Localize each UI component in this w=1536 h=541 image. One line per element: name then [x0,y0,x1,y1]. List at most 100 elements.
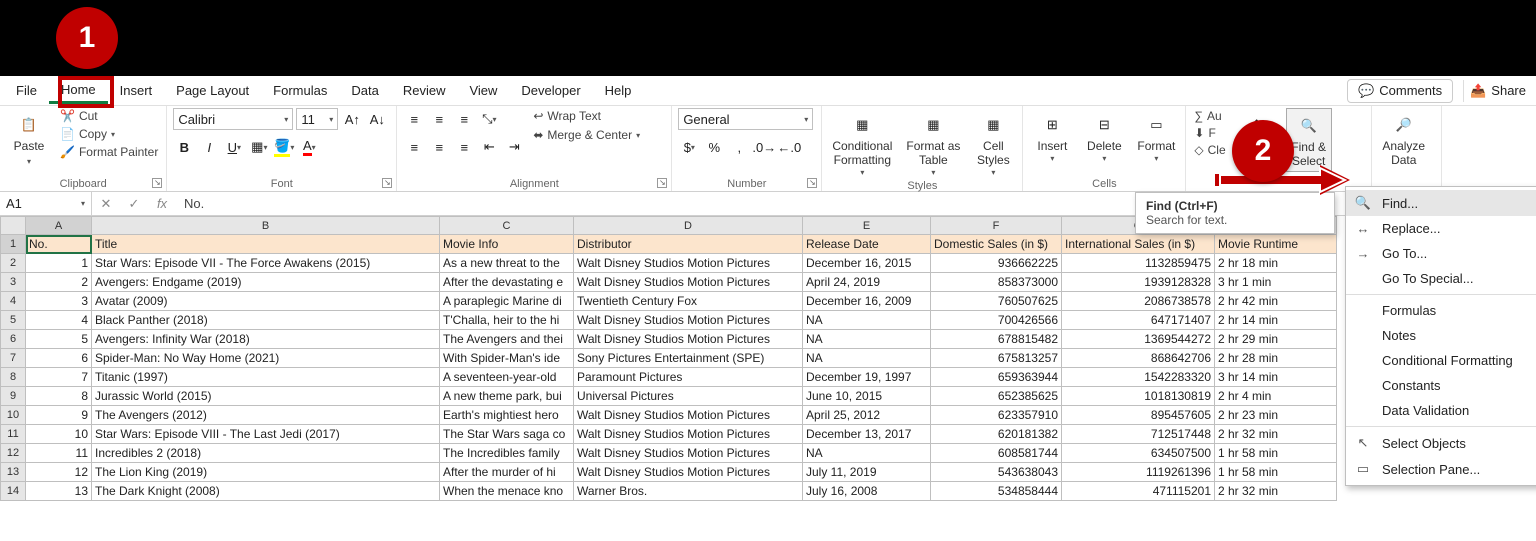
percent-button[interactable]: % [703,136,725,158]
delete-cells-button[interactable]: ⊟Delete▾ [1081,108,1127,165]
cancel-formula-button[interactable]: ✕ [92,196,120,212]
col-head-E[interactable]: E [803,216,931,235]
data-cell[interactable]: With Spider-Man's ide [440,349,574,368]
paste-button[interactable]: 📋 Paste▾ [6,108,52,170]
data-cell[interactable]: After the murder of hi [440,463,574,482]
menu-replace[interactable]: ↔Replace... [1346,216,1536,241]
data-cell[interactable]: 3 hr 14 min [1215,368,1337,387]
data-cell[interactable]: Sony Pictures Entertainment (SPE) [574,349,803,368]
tab-review[interactable]: Review [391,79,458,102]
data-cell[interactable]: 652385625 [931,387,1062,406]
data-cell[interactable]: Avengers: Infinity War (2018) [92,330,440,349]
data-cell[interactable]: The Avengers and thei [440,330,574,349]
data-cell[interactable]: Walt Disney Studios Motion Pictures [574,425,803,444]
number-launcher[interactable]: ↘ [807,178,817,188]
tab-data[interactable]: Data [339,79,390,102]
data-cell[interactable]: 1018130819 [1062,387,1215,406]
menu-goto-special[interactable]: Go To Special... [1346,266,1536,291]
align-right-button[interactable]: ≡ [453,136,475,158]
data-cell[interactable]: June 10, 2015 [803,387,931,406]
fx-button[interactable]: fx [148,196,176,211]
col-head-B[interactable]: B [92,216,440,235]
menu-data-validation[interactable]: Data Validation [1346,398,1536,423]
data-cell[interactable]: As a new threat to the [440,254,574,273]
data-cell[interactable]: 2 hr 18 min [1215,254,1337,273]
tab-help[interactable]: Help [593,79,644,102]
data-cell[interactable]: 13 [26,482,92,501]
align-middle-button[interactable]: ≡ [428,108,450,130]
alignment-launcher[interactable]: ↘ [657,178,667,188]
data-cell[interactable]: 2 hr 29 min [1215,330,1337,349]
data-cell[interactable]: Walt Disney Studios Motion Pictures [574,406,803,425]
data-cell[interactable]: The Star Wars saga co [440,425,574,444]
col-head-F[interactable]: F [931,216,1062,235]
data-cell[interactable]: Black Panther (2018) [92,311,440,330]
data-cell[interactable]: A seventeen-year-old [440,368,574,387]
row-head-7[interactable]: 7 [0,349,26,368]
data-cell[interactable]: The Lion King (2019) [92,463,440,482]
data-cell[interactable]: 2 hr 23 min [1215,406,1337,425]
merge-center-button[interactable]: ⬌Merge & Center ▾ [531,127,642,143]
font-color-button[interactable]: A▾ [298,136,320,158]
increase-font-button[interactable]: A↑ [341,108,363,130]
find-select-button[interactable]: 🔍 Find & Select [1286,108,1332,172]
data-cell[interactable]: 647171407 [1062,311,1215,330]
data-cell[interactable]: 1 hr 58 min [1215,463,1337,482]
col-head-D[interactable]: D [574,216,803,235]
row-head-6[interactable]: 6 [0,330,26,349]
data-cell[interactable]: April 24, 2019 [803,273,931,292]
decrease-font-button[interactable]: A↓ [366,108,388,130]
data-cell[interactable]: 623357910 [931,406,1062,425]
data-cell[interactable]: 471115201 [1062,482,1215,501]
data-cell[interactable]: Walt Disney Studios Motion Pictures [574,463,803,482]
header-cell[interactable]: No. [26,235,92,254]
data-cell[interactable]: Warner Bros. [574,482,803,501]
data-cell[interactable]: 620181382 [931,425,1062,444]
col-head-C[interactable]: C [440,216,574,235]
increase-decimal-button[interactable]: .0→ [753,136,775,158]
tab-view[interactable]: View [457,79,509,102]
data-cell[interactable]: 1369544272 [1062,330,1215,349]
name-box[interactable]: A1▾ [0,192,92,215]
menu-select-objects[interactable]: ↖Select Objects [1346,430,1536,456]
header-cell[interactable]: International Sales (in $) [1062,235,1215,254]
data-cell[interactable]: When the menace kno [440,482,574,501]
share-button[interactable]: 📤 Share [1463,80,1532,102]
data-cell[interactable]: 5 [26,330,92,349]
row-head-11[interactable]: 11 [0,425,26,444]
data-cell[interactable]: 10 [26,425,92,444]
data-cell[interactable]: Walt Disney Studios Motion Pictures [574,311,803,330]
fill-button[interactable]: ⬇ F [1192,125,1227,141]
data-cell[interactable]: 8 [26,387,92,406]
data-cell[interactable]: 936662225 [931,254,1062,273]
border-button[interactable]: ▦▾ [248,136,270,158]
analyze-data-button[interactable]: 🔎 Analyze Data [1378,108,1429,170]
data-cell[interactable]: Walt Disney Studios Motion Pictures [574,444,803,463]
data-cell[interactable]: 2086738578 [1062,292,1215,311]
menu-formulas[interactable]: Formulas [1346,298,1536,323]
data-cell[interactable]: The Incredibles family [440,444,574,463]
data-cell[interactable]: April 25, 2012 [803,406,931,425]
data-cell[interactable]: Titanic (1997) [92,368,440,387]
data-cell[interactable]: A paraplegic Marine di [440,292,574,311]
data-cell[interactable]: Jurassic World (2015) [92,387,440,406]
data-cell[interactable]: 4 [26,311,92,330]
header-cell[interactable]: Release Date [803,235,931,254]
menu-find[interactable]: 🔍Find... [1346,190,1536,216]
header-cell[interactable]: Movie Runtime [1215,235,1337,254]
data-cell[interactable]: T'Challa, heir to the hi [440,311,574,330]
menu-notes[interactable]: Notes [1346,323,1536,348]
decrease-indent-button[interactable]: ⇤ [478,136,500,158]
header-cell[interactable]: Domestic Sales (in $) [931,235,1062,254]
align-bottom-button[interactable]: ≡ [453,108,475,130]
font-launcher[interactable]: ↘ [382,178,392,188]
clipboard-launcher[interactable]: ↘ [152,178,162,188]
comments-button[interactable]: 💬 Comments [1347,79,1453,103]
row-head-2[interactable]: 2 [0,254,26,273]
menu-selection-pane[interactable]: ▭Selection Pane... [1346,456,1536,482]
number-format-select[interactable]: General▾ [678,108,813,130]
data-cell[interactable]: 858373000 [931,273,1062,292]
data-cell[interactable]: 1132859475 [1062,254,1215,273]
data-cell[interactable]: 9 [26,406,92,425]
data-cell[interactable]: 634507500 [1062,444,1215,463]
